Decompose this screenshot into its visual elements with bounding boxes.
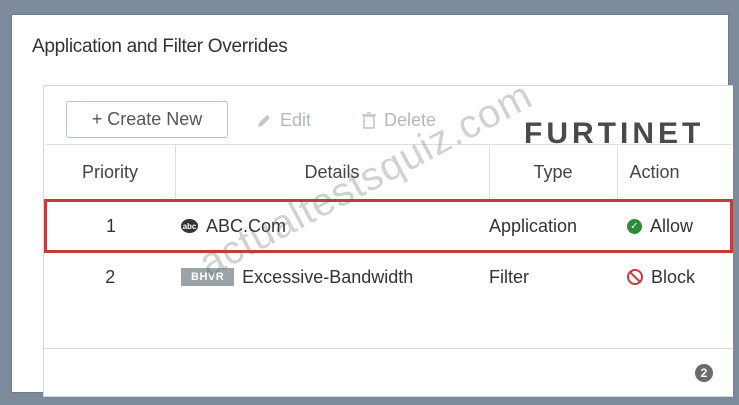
type-cell: Filter: [489, 266, 529, 287]
behavior-badge: BHVR: [181, 268, 235, 286]
column-header-action[interactable]: Action: [617, 144, 732, 201]
column-header-priority[interactable]: Priority: [45, 144, 176, 201]
help-count-badge[interactable]: 2: [695, 364, 713, 382]
table-header-row: Priority Details Type Action: [45, 144, 732, 201]
overrides-panel: + Create New Edit Delete FURTINET Priori…: [43, 85, 733, 397]
details-text: Excessive-Bandwidth: [242, 266, 414, 287]
delete-label: Delete: [384, 110, 437, 130]
abc-logo-icon: abc: [181, 219, 198, 233]
override-window: Application and Filter Overrides + Creat…: [11, 14, 733, 397]
create-new-label: + Create New: [91, 109, 203, 129]
table-row[interactable]: 2 BHVR Excessive-Bandwidth Filter Block: [46, 252, 732, 302]
check-circle-icon: ✓: [627, 218, 642, 234]
action-cell: Block: [617, 252, 732, 302]
details-cell: BHVR Excessive-Bandwidth: [175, 252, 489, 302]
priority-cell: 2: [105, 266, 116, 287]
overrides-table: Priority Details Type Action 1 abc ABC.C…: [44, 144, 733, 301]
action-cell: ✓ Allow: [617, 199, 733, 253]
table-footer: 2: [44, 348, 733, 397]
trash-icon: [362, 112, 376, 129]
details-cell: abc ABC.Com: [175, 199, 489, 253]
toolbar: + Create New Edit Delete FURTINET: [44, 86, 733, 150]
action-text: Allow: [650, 215, 694, 236]
edit-label: Edit: [280, 110, 312, 130]
action-text: Block: [651, 266, 696, 287]
create-new-button[interactable]: + Create New: [66, 101, 228, 138]
priority-cell: 1: [44, 199, 175, 253]
window-title: Application and Filter Overrides: [32, 36, 288, 57]
delete-button[interactable]: Delete: [362, 110, 436, 131]
column-header-details[interactable]: Details: [175, 144, 490, 201]
column-header-type[interactable]: Type: [489, 144, 618, 201]
edit-button[interactable]: Edit: [256, 110, 311, 131]
block-icon: [627, 269, 643, 285]
details-text: ABC.Com: [206, 215, 287, 236]
pencil-icon: [258, 114, 270, 127]
type-cell: Application: [489, 199, 617, 253]
table-row[interactable]: 1 abc ABC.Com Application ✓ Allow: [44, 199, 733, 253]
